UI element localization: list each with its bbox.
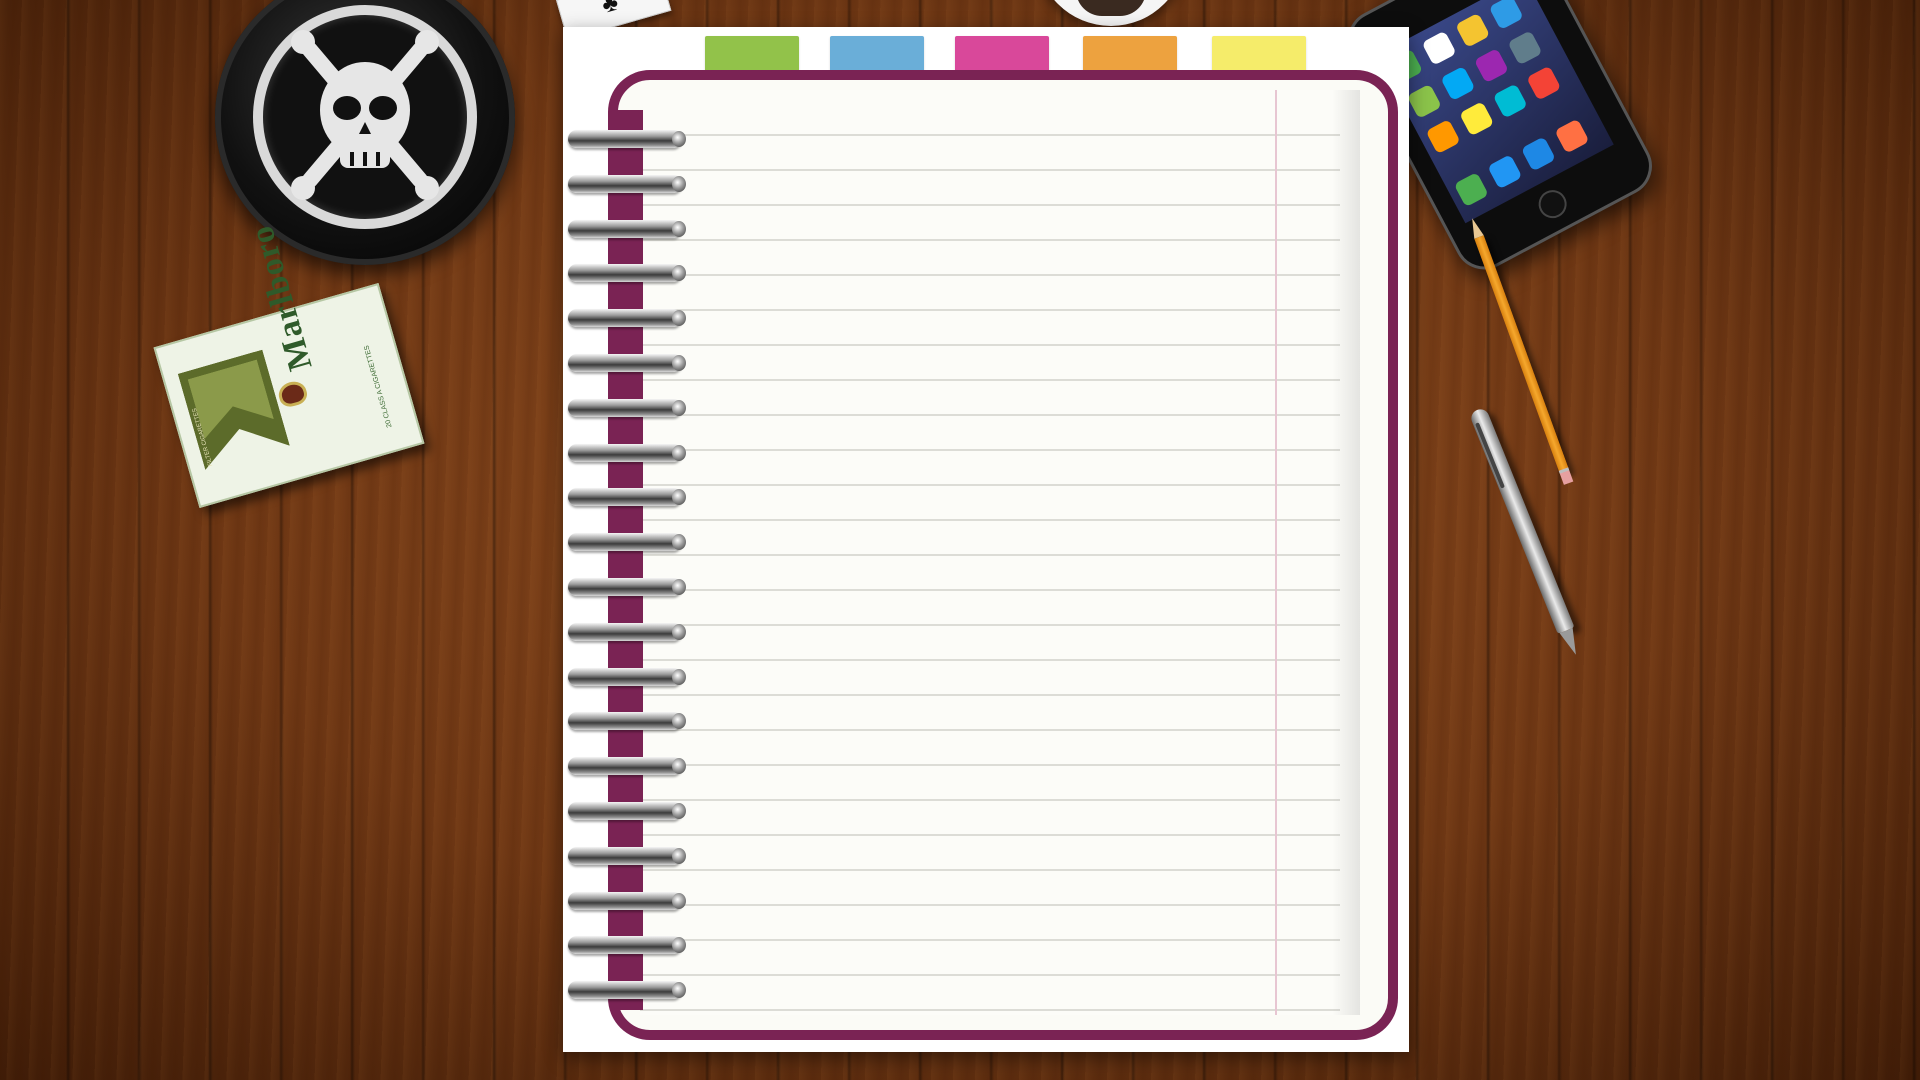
pack-crest-icon xyxy=(279,382,306,406)
spiral-ring xyxy=(568,219,686,238)
home-button xyxy=(1533,185,1572,224)
spiral-ring xyxy=(568,712,686,731)
cigarette-pack: Marlboro 20 CLASS A CIGARETTES FILTER CI… xyxy=(153,221,425,509)
music-app-icon xyxy=(1554,118,1590,154)
ruled-lines xyxy=(640,134,1340,1011)
safari-app-icon xyxy=(1520,136,1556,172)
mail-app-icon xyxy=(1487,154,1523,190)
spiral-ring xyxy=(568,398,686,417)
app-icon xyxy=(1421,30,1457,66)
spiral-ring xyxy=(568,264,686,283)
spiral-ring xyxy=(568,354,686,372)
app-icon xyxy=(1406,83,1442,119)
spiral-ring xyxy=(568,981,686,1000)
app-icon xyxy=(1459,101,1495,137)
spiral-ring xyxy=(568,667,686,686)
app-icon xyxy=(1425,119,1461,155)
app-icon xyxy=(1488,0,1524,31)
spiral-ring xyxy=(568,578,686,596)
spiral-ring xyxy=(568,846,686,865)
app-icon xyxy=(1526,65,1562,101)
app-icon xyxy=(1440,65,1476,102)
spiral-ring xyxy=(568,622,686,641)
app-icon xyxy=(1492,83,1528,119)
notebook-page[interactable] xyxy=(640,90,1360,1015)
spiral-ring xyxy=(568,891,686,910)
spiral-ring xyxy=(568,174,686,193)
spiral-ring xyxy=(568,309,686,328)
spiral-ring xyxy=(568,936,686,955)
app-icon xyxy=(1473,48,1510,84)
phone-screen xyxy=(1376,0,1614,224)
spiral-ring xyxy=(568,757,686,776)
club-suit-icon: ♣ xyxy=(598,0,622,19)
phone-app-icon xyxy=(1453,172,1489,208)
page-edge-shadow xyxy=(1332,90,1360,1015)
spiral-ring xyxy=(568,443,686,462)
pack-subtitle: 20 CLASS A CIGARETTES xyxy=(363,344,394,429)
spiral-ring xyxy=(568,802,686,820)
margin-line xyxy=(1275,90,1277,1015)
app-icon xyxy=(1507,30,1543,66)
spiral-binding-strip xyxy=(609,110,643,1010)
spiral-ring xyxy=(568,488,686,507)
spiral-ring xyxy=(568,130,686,148)
coffee-cup-icon xyxy=(1036,0,1186,26)
app-icon xyxy=(1455,12,1491,48)
spiral-ring xyxy=(568,533,686,552)
